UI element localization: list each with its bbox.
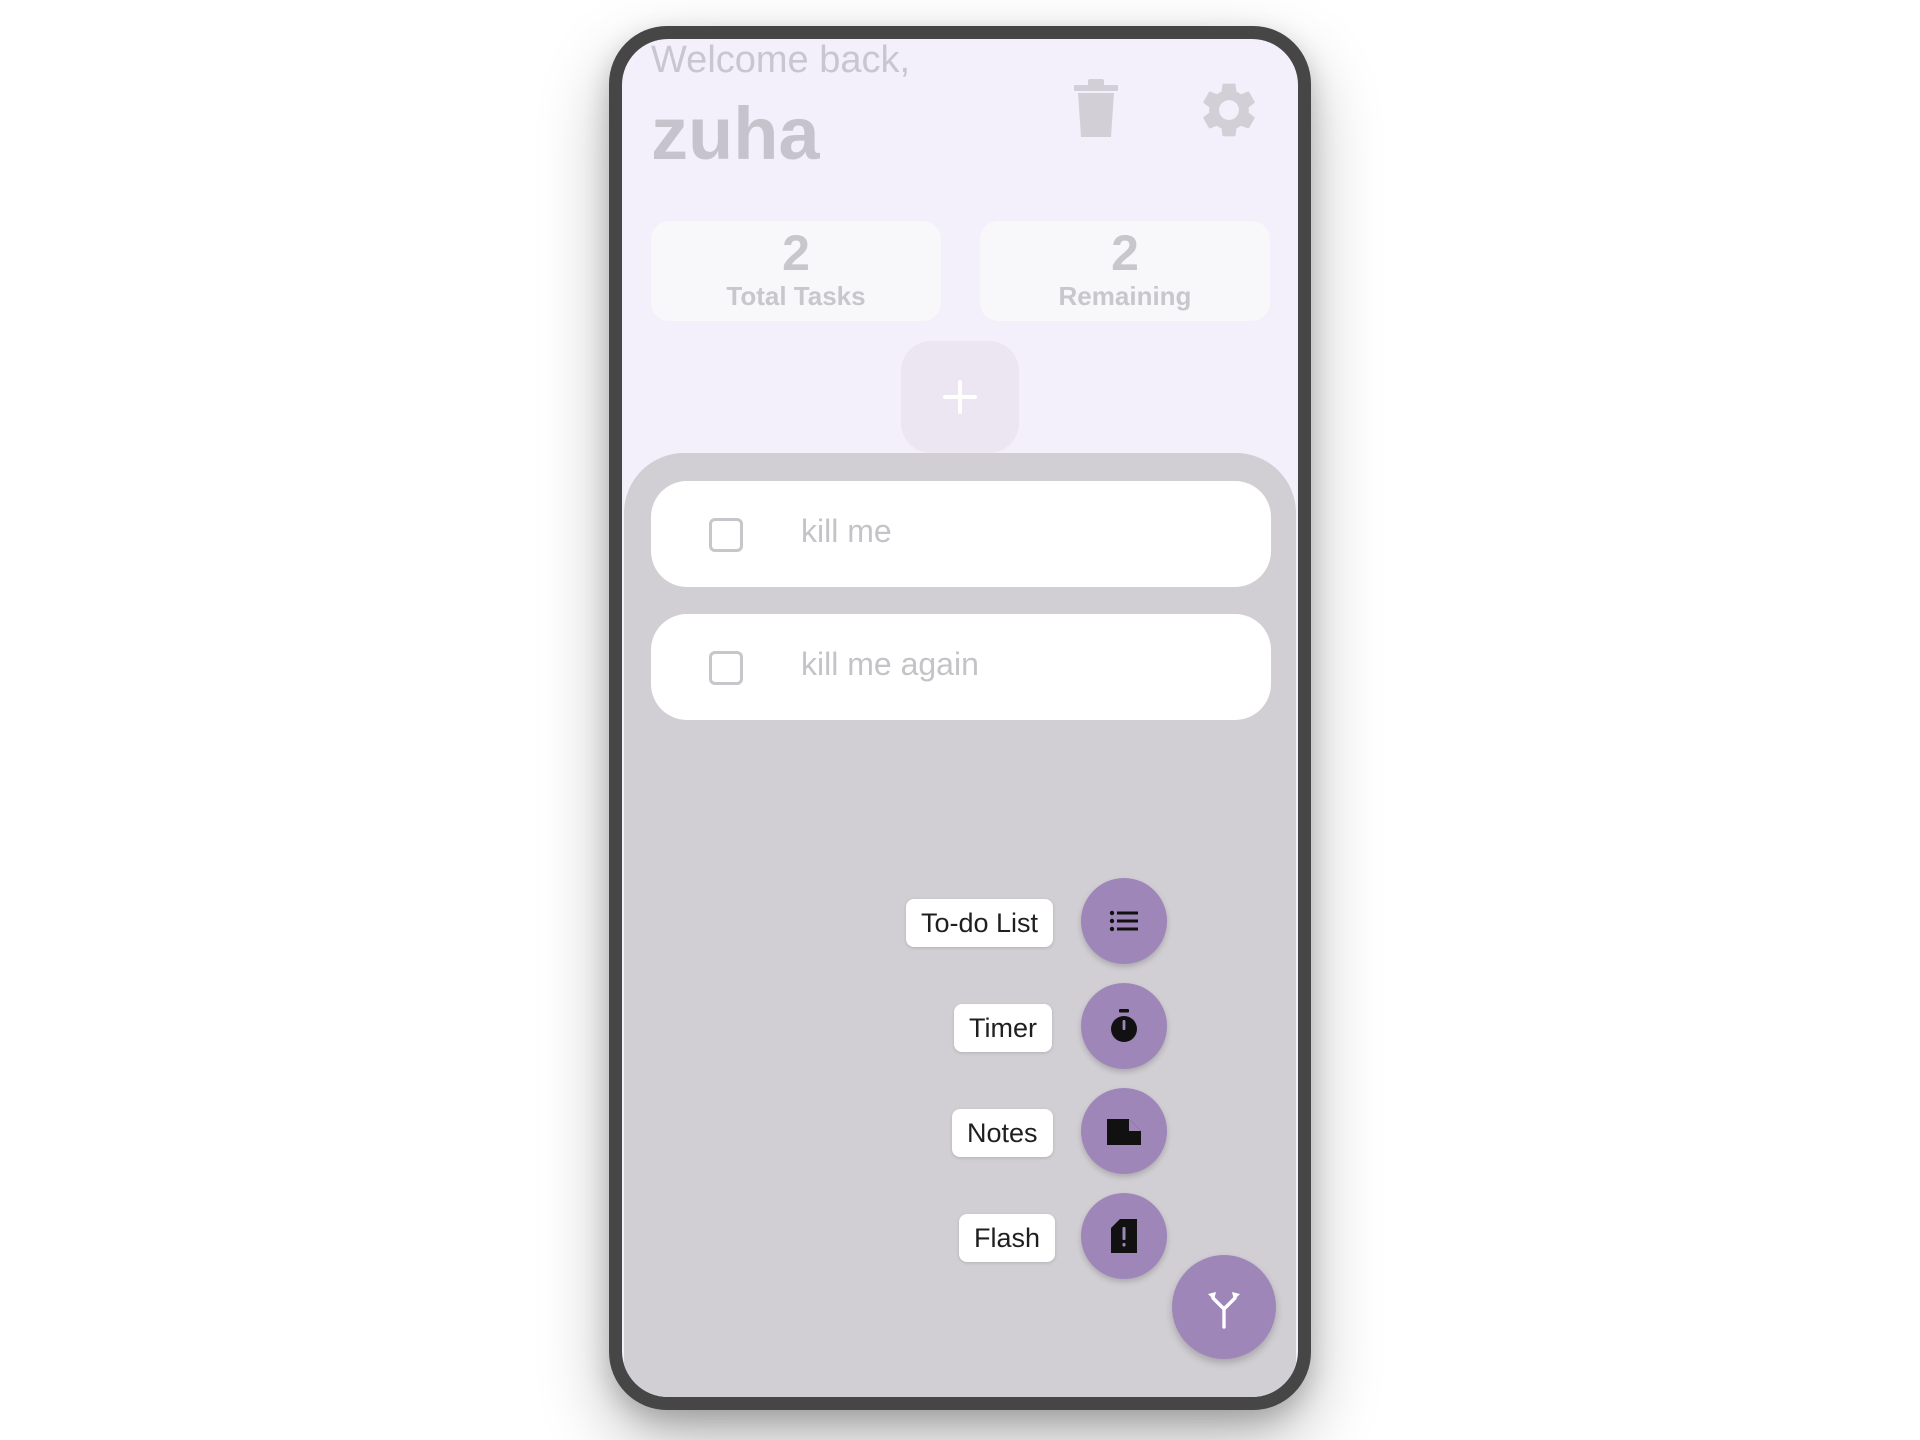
- remaining-tasks-card: 2 Remaining: [980, 221, 1270, 321]
- notes-button[interactable]: [1081, 1088, 1167, 1174]
- task-item[interactable]: kill me again: [651, 614, 1271, 720]
- gear-icon[interactable]: [1196, 77, 1262, 143]
- remaining-tasks-count: 2: [1111, 225, 1139, 281]
- phone-frame: Welcome back, zuha 2 Total Tasks 2 Remai…: [609, 26, 1311, 1410]
- speed-dial-main-button[interactable]: [1172, 1255, 1276, 1359]
- flash-button[interactable]: [1081, 1193, 1167, 1279]
- timer-label[interactable]: Timer: [954, 1004, 1052, 1052]
- list-icon: [1109, 910, 1138, 932]
- task-checkbox[interactable]: [709, 651, 743, 685]
- task-checkbox[interactable]: [709, 518, 743, 552]
- trash-icon[interactable]: [1072, 77, 1120, 139]
- task-text: kill me again: [801, 646, 979, 682]
- remaining-tasks-label: Remaining: [1058, 281, 1192, 311]
- task-item[interactable]: kill me: [651, 481, 1271, 587]
- total-tasks-card: 2 Total Tasks: [651, 221, 941, 321]
- username: zuha: [651, 92, 820, 175]
- flash-label[interactable]: Flash: [959, 1214, 1056, 1262]
- timer-button[interactable]: [1081, 983, 1167, 1069]
- add-task-button[interactable]: [901, 341, 1019, 453]
- todo-list-button[interactable]: [1081, 878, 1167, 964]
- timer-icon: [1111, 1009, 1137, 1042]
- note-icon: [1107, 1119, 1141, 1145]
- total-tasks-count: 2: [782, 225, 810, 281]
- total-tasks-label: Total Tasks: [726, 281, 866, 311]
- flashcard-icon: [1111, 1219, 1137, 1253]
- notes-label[interactable]: Notes: [952, 1109, 1053, 1157]
- task-text: kill me: [801, 513, 892, 549]
- fork-arrows-icon: [1208, 1292, 1240, 1329]
- welcome-text: Welcome back,: [651, 39, 911, 81]
- todo-list-label[interactable]: To-do List: [906, 899, 1054, 947]
- app-screen: Welcome back, zuha 2 Total Tasks 2 Remai…: [622, 39, 1298, 1397]
